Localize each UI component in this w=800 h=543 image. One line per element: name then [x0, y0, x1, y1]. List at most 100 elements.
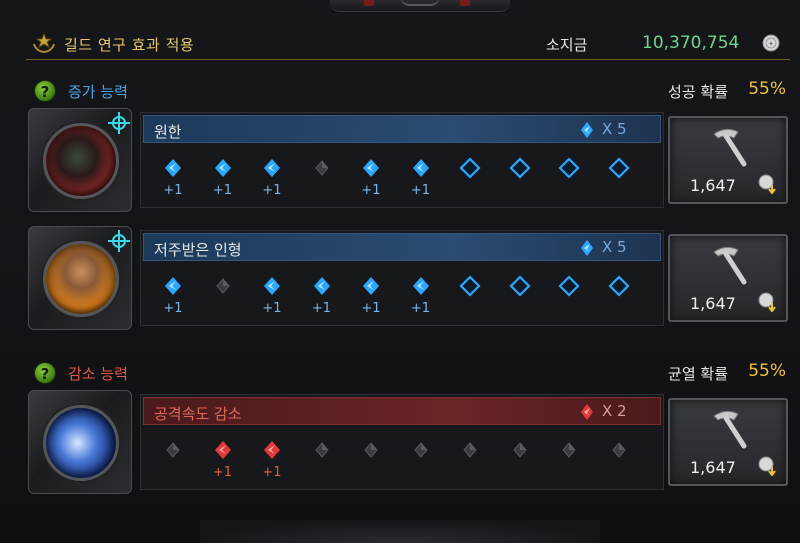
craft-cost: 1,647 [690, 176, 736, 195]
enhance-slot [599, 153, 639, 205]
cursed-doll-portrait[interactable] [43, 241, 119, 317]
blue-gem-icon [264, 159, 280, 177]
failed-slot-icon [562, 442, 576, 458]
decrease-section-header: ? 감소 능력 균열 확률 55% [30, 360, 790, 386]
panel-header: 길드 연구 효과 적용 소지금 10,370,754 ✦ [26, 28, 790, 60]
enhance-slot [153, 435, 193, 487]
gem-multiplier: X 5 [602, 238, 627, 256]
enhance-slot: +1 [153, 153, 193, 205]
enhance-slot: +1 [351, 271, 391, 323]
grudge-portrait[interactable] [43, 123, 119, 199]
blue-gem-icon [581, 240, 593, 256]
red-gem-icon [264, 441, 280, 459]
enhance-slot [549, 271, 589, 323]
svg-text:✦: ✦ [768, 40, 774, 48]
enhance-slot [500, 435, 540, 487]
slot-bonus-label: +1 [212, 465, 233, 480]
enhance-slot: +1 [351, 153, 391, 205]
slot-bonus-label: +1 [361, 301, 381, 316]
ability-row-grudge: 원한 X 5 +1 +1 +1 +1 +1 1,647 [28, 108, 790, 212]
enhance-slot: +1 [203, 153, 243, 205]
failed-slot-icon [413, 442, 428, 458]
blue-gem-icon [165, 277, 181, 295]
empty-slot-icon [459, 275, 481, 297]
gold-amount: 10,370,754 [642, 33, 740, 53]
slot-bonus-label: +1 [311, 301, 332, 316]
enhance-slot [302, 435, 342, 487]
help-icon[interactable]: ? [34, 362, 56, 384]
red-gem-icon [581, 404, 593, 420]
craft-button[interactable]: 1,647 [668, 234, 788, 322]
enhance-slot: +1 [252, 271, 292, 323]
enhance-slot: +1 [252, 435, 292, 487]
enhance-star-icon [108, 112, 130, 134]
gem-multiplier: X 5 [602, 120, 627, 138]
enhance-slot: +1 [401, 271, 441, 323]
empty-slot-icon [508, 157, 531, 179]
craft-cost: 1,647 [690, 458, 736, 477]
enhance-slot [351, 435, 391, 487]
blue-gem-icon [264, 277, 280, 295]
enhance-slot: +1 [302, 271, 342, 323]
success-rate-value: 55% [748, 79, 786, 99]
slot-track: +1 +1 [153, 435, 653, 487]
enhance-slot [549, 435, 589, 487]
empty-slot-icon [459, 157, 481, 179]
enhance-slot [203, 271, 243, 323]
top-ornament [330, 0, 510, 12]
enhance-slot [549, 153, 589, 205]
silver-coin-down-icon [758, 292, 776, 312]
empty-slot-icon [558, 275, 580, 297]
silver-coin-down-icon [758, 174, 776, 194]
ability-body: 공격속도 감소 X 2 +1 +1 [140, 394, 664, 490]
decrease-label: 감소 능력 [68, 365, 128, 383]
enhance-slot [401, 435, 441, 487]
guild-laurel-icon [33, 32, 55, 54]
enhance-slot: +1 [401, 153, 441, 205]
ability-name-bar: 공격속도 감소 X 2 [143, 397, 661, 425]
silver-coin-icon: ✦ [762, 34, 780, 52]
red-gem-icon [214, 441, 231, 459]
increase-label: 증가 능력 [68, 83, 128, 101]
blue-gem-icon [412, 277, 429, 295]
blue-gem-icon [412, 159, 429, 177]
gold-label: 소지금 [546, 36, 588, 54]
empty-slot-icon [508, 275, 531, 297]
ability-body: 저주받은 인형 X 5 +1 +1 +1 +1 +1 [140, 230, 664, 326]
ability-name-bar: 저주받은 인형 X 5 [143, 233, 661, 261]
crack-rate-label: 균열 확률 [668, 365, 728, 383]
blue-gem-icon [581, 122, 593, 138]
slot-track: +1 +1 +1 +1 +1 [153, 271, 653, 323]
enhance-star-icon [108, 230, 130, 252]
blue-gem-icon [363, 277, 379, 295]
panel-title: 길드 연구 효과 적용 [64, 36, 195, 54]
ability-name: 저주받은 인형 [154, 241, 242, 259]
help-icon[interactable]: ? [34, 80, 56, 102]
slot-bonus-label: +1 [262, 465, 282, 480]
slot-track: +1 +1 +1 +1 +1 [153, 153, 653, 205]
empty-slot-icon [607, 275, 630, 297]
slot-bonus-label: +1 [163, 301, 183, 316]
blue-gem-icon [313, 277, 330, 295]
enhance-slot [599, 271, 639, 323]
failed-slot-icon [314, 442, 329, 458]
hammer-icon [713, 410, 747, 449]
enhance-slot [599, 435, 639, 487]
enhance-slot [450, 271, 490, 323]
slot-bonus-label: +1 [163, 183, 183, 198]
failed-slot-icon [314, 160, 329, 176]
craft-cost: 1,647 [690, 294, 736, 313]
slot-bonus-label: +1 [262, 183, 282, 198]
silver-coin-down-icon [758, 456, 776, 476]
attack-speed-portrait[interactable] [43, 405, 119, 481]
craft-button[interactable]: 1,647 [668, 116, 788, 204]
enhance-slot: +1 [252, 153, 292, 205]
slot-bonus-label: +1 [410, 183, 431, 198]
craft-button[interactable]: 1,647 [668, 398, 788, 486]
enhance-slot: +1 [153, 271, 193, 323]
ability-row-cursed-doll: 저주받은 인형 X 5 +1 +1 +1 +1 +1 1,647 [28, 226, 790, 330]
ability-name-bar: 원한 X 5 [143, 115, 661, 143]
failed-slot-icon [463, 442, 477, 458]
success-rate-label: 성공 확률 [668, 83, 728, 101]
blue-gem-icon [165, 159, 181, 177]
